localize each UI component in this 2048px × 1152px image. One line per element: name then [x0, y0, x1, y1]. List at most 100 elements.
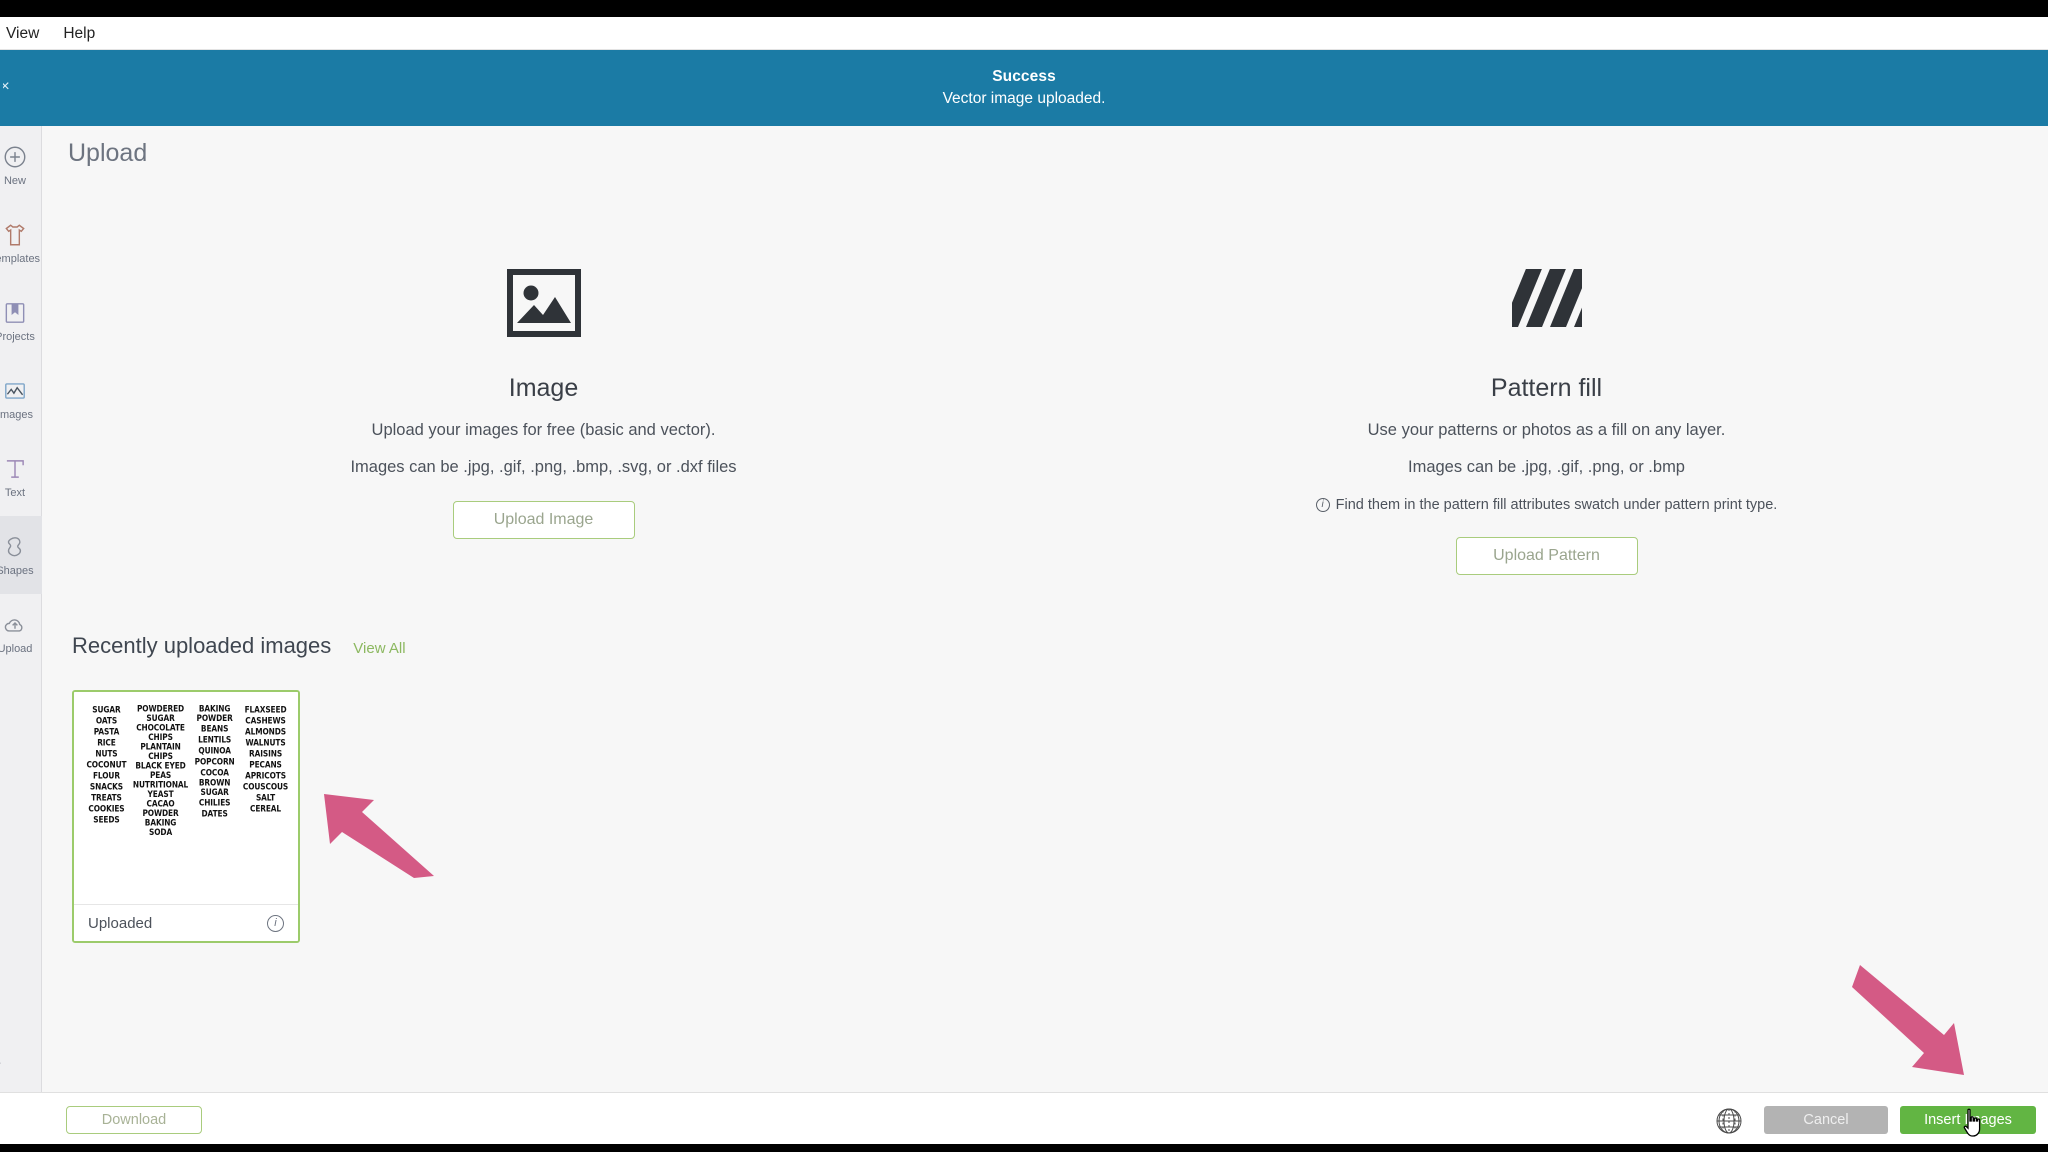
thumbnail-word: BEANS: [200, 723, 229, 734]
recently-uploaded-title: Recently uploaded images: [72, 633, 332, 658]
text-icon: [2, 456, 28, 482]
success-banner: × Success Vector image uploaded.: [0, 50, 2048, 126]
sidebar-item-new[interactable]: New: [0, 126, 42, 204]
mouse-cursor-pointer: [1962, 1108, 1986, 1138]
page-title: Upload: [68, 139, 148, 167]
upload-image-button[interactable]: Upload Image: [452, 501, 635, 539]
card-title: Image: [508, 374, 579, 402]
top-black-strip: [0, 0, 2048, 17]
thumbnail-word: BLACK EYED PEAS: [135, 760, 186, 781]
thumbnail-word: RICE: [97, 737, 116, 748]
thumbnail-word: WALNUTS: [245, 737, 286, 748]
uploaded-card-footer: Uploaded i: [74, 904, 298, 941]
card-line-2: Images can be .jpg, .gif, .png, .bmp, .s…: [350, 458, 737, 476]
info-icon[interactable]: i: [267, 914, 284, 932]
upload-options: Image Upload your images for free (basic…: [42, 186, 2048, 586]
thumbnail-column: POWDERED SUGAR CHOCOLATE CHIPS PLANTAIN CH…: [132, 703, 189, 898]
thumbnail-word: BAKING POWDER: [196, 703, 233, 724]
sidebar-item-label: New: [3, 174, 26, 187]
sidebar-item-label: Images: [0, 408, 34, 421]
thumbnail-word: PECANS: [249, 759, 282, 770]
thumbnail-column: BAKING POWDER BEANS LENTILS QUINOA POPCORN CO…: [190, 703, 239, 898]
plus-circle-icon: [2, 144, 28, 170]
sidebar-item-label: Shapes: [0, 564, 34, 577]
sidebar-item-label: Upload: [0, 642, 33, 655]
thumbnail-word: BAKING SODA: [144, 817, 177, 838]
card-line-1: Upload your images for free (basic and v…: [371, 421, 716, 439]
image-icon: [506, 248, 581, 358]
thumbnail-word: NUTRITIONAL YEAST: [132, 779, 189, 800]
pattern-hint-text: Find them in the pattern fill attributes…: [1335, 497, 1778, 513]
card-line-1: Use your patterns or photos as a fill on…: [1367, 421, 1726, 439]
banner-title: Success: [992, 68, 1056, 85]
sidebar-collapse-toggle[interactable]: ›: [0, 1032, 42, 1092]
sidebar-item-templates[interactable]: Templates: [0, 204, 42, 282]
menu-bar: View Help: [0, 17, 2048, 50]
thumbnail-word: COUSCOUS: [242, 780, 289, 792]
thumbnail-word: BROWN SUGAR: [198, 777, 231, 798]
thumbnail-word: CHOCOLATE CHIPS: [136, 722, 185, 743]
view-all-link[interactable]: View All: [353, 640, 405, 657]
pattern-stripes-icon: [1511, 248, 1582, 358]
thumbnail-word: QUINOA: [198, 745, 231, 756]
pattern-upload-card: Pattern fill Use your patterns or photos…: [1045, 186, 2048, 586]
thumbnail-word: FLAXSEED: [244, 704, 287, 715]
thumbnail-word: COCONUT: [86, 759, 127, 770]
menu-item-view[interactable]: View: [0, 17, 51, 50]
thumbnail-word: PASTA: [93, 726, 120, 737]
banner-message: Vector image uploaded.: [942, 90, 1106, 107]
image-graph-icon: [2, 378, 28, 404]
thumbnail-word: SALT: [255, 791, 276, 803]
thumbnail-word: CEREAL: [250, 802, 282, 814]
uploaded-image-card[interactable]: SUGAR OATS PASTA RICE NUTS COCONUT FLOUR SNACKS…: [72, 690, 300, 943]
image-upload-card: Image Upload your images for free (basic…: [42, 186, 1045, 586]
upload-cloud-icon: [2, 612, 28, 638]
left-sidebar: New Templates Projects: [0, 126, 42, 1092]
thumbnail-column: SUGAR OATS PASTA RICE NUTS COCONUT FLOUR SNACKS…: [82, 704, 131, 898]
thumbnail-word: NUTS: [95, 748, 118, 759]
status-badge: Uploaded: [88, 914, 153, 932]
sidebar-item-images[interactable]: Images: [0, 360, 42, 438]
sidebar-item-projects[interactable]: Projects: [0, 282, 42, 360]
thumbnail-word: POWDERED SUGAR: [136, 703, 185, 724]
thumbnail-word: CASHEWS: [245, 715, 286, 726]
card-line-2: Images can be .jpg, .gif, .png, or .bmp: [1408, 458, 1685, 476]
sidebar-item-shapes[interactable]: Shapes: [0, 516, 42, 594]
chevron-right-icon: ›: [0, 1054, 1, 1071]
thumbnail-word: TREATS: [91, 791, 122, 803]
recently-uploaded-header: Recently uploaded images View All: [72, 633, 406, 659]
thumbnail-word: ALMONDS: [245, 726, 287, 737]
menu-item-help[interactable]: Help: [51, 17, 107, 50]
info-icon: i: [1315, 498, 1330, 512]
bookmark-icon: [2, 300, 28, 326]
thumbnail-column: FLAXSEED CASHEWS ALMONDS WALNUTS RAISINS PECA…: [241, 704, 290, 898]
thumbnail-word: COCOA: [200, 767, 229, 778]
thumbnail-word: SUGAR: [92, 704, 121, 715]
thumbnail-word: COOKIES: [88, 802, 125, 814]
thumbnail-word: POPCORN: [194, 756, 235, 767]
sidebar-item-label: Projects: [0, 330, 35, 343]
pattern-hint: i Find them in the pattern fill attribut…: [1315, 497, 1778, 513]
tshirt-icon: [2, 222, 28, 248]
sidebar-item-text[interactable]: Text: [0, 438, 42, 516]
thumbnail-word: DATES: [201, 807, 228, 819]
bottom-black-strip: [0, 1144, 2048, 1152]
sidebar-item-label: Text: [4, 486, 26, 499]
upload-panel: Upload Image Upload your images for free…: [42, 126, 2048, 1092]
sidebar-item-label: Templates: [0, 252, 41, 265]
thumbnail-word: CHILIES: [198, 796, 231, 808]
sidebar-item-upload[interactable]: Upload: [0, 594, 42, 672]
thumbnail-word: APRICOTS: [245, 770, 286, 781]
upload-pattern-button[interactable]: Upload Pattern: [1455, 537, 1638, 575]
thumbnail-word: SEEDS: [93, 813, 120, 825]
app-window: View Help × Success Vector image uploade…: [0, 0, 2048, 1152]
cancel-button[interactable]: Cancel: [1764, 1106, 1888, 1134]
pantry-labels-thumbnail[interactable]: SUGAR OATS PASTA RICE NUTS COCONUT FLOUR SNACKS…: [74, 692, 298, 904]
sphere-icon[interactable]: [1714, 1106, 1744, 1136]
download-button[interactable]: Download: [66, 1106, 202, 1134]
thumbnail-word: PLANTAIN CHIPS: [140, 741, 181, 762]
shapes-icon: [2, 534, 28, 560]
thumbnail-word: CACAO POWDER: [142, 798, 179, 819]
thumbnail-word: SNACKS: [89, 780, 123, 792]
card-title: Pattern fill: [1490, 374, 1603, 402]
